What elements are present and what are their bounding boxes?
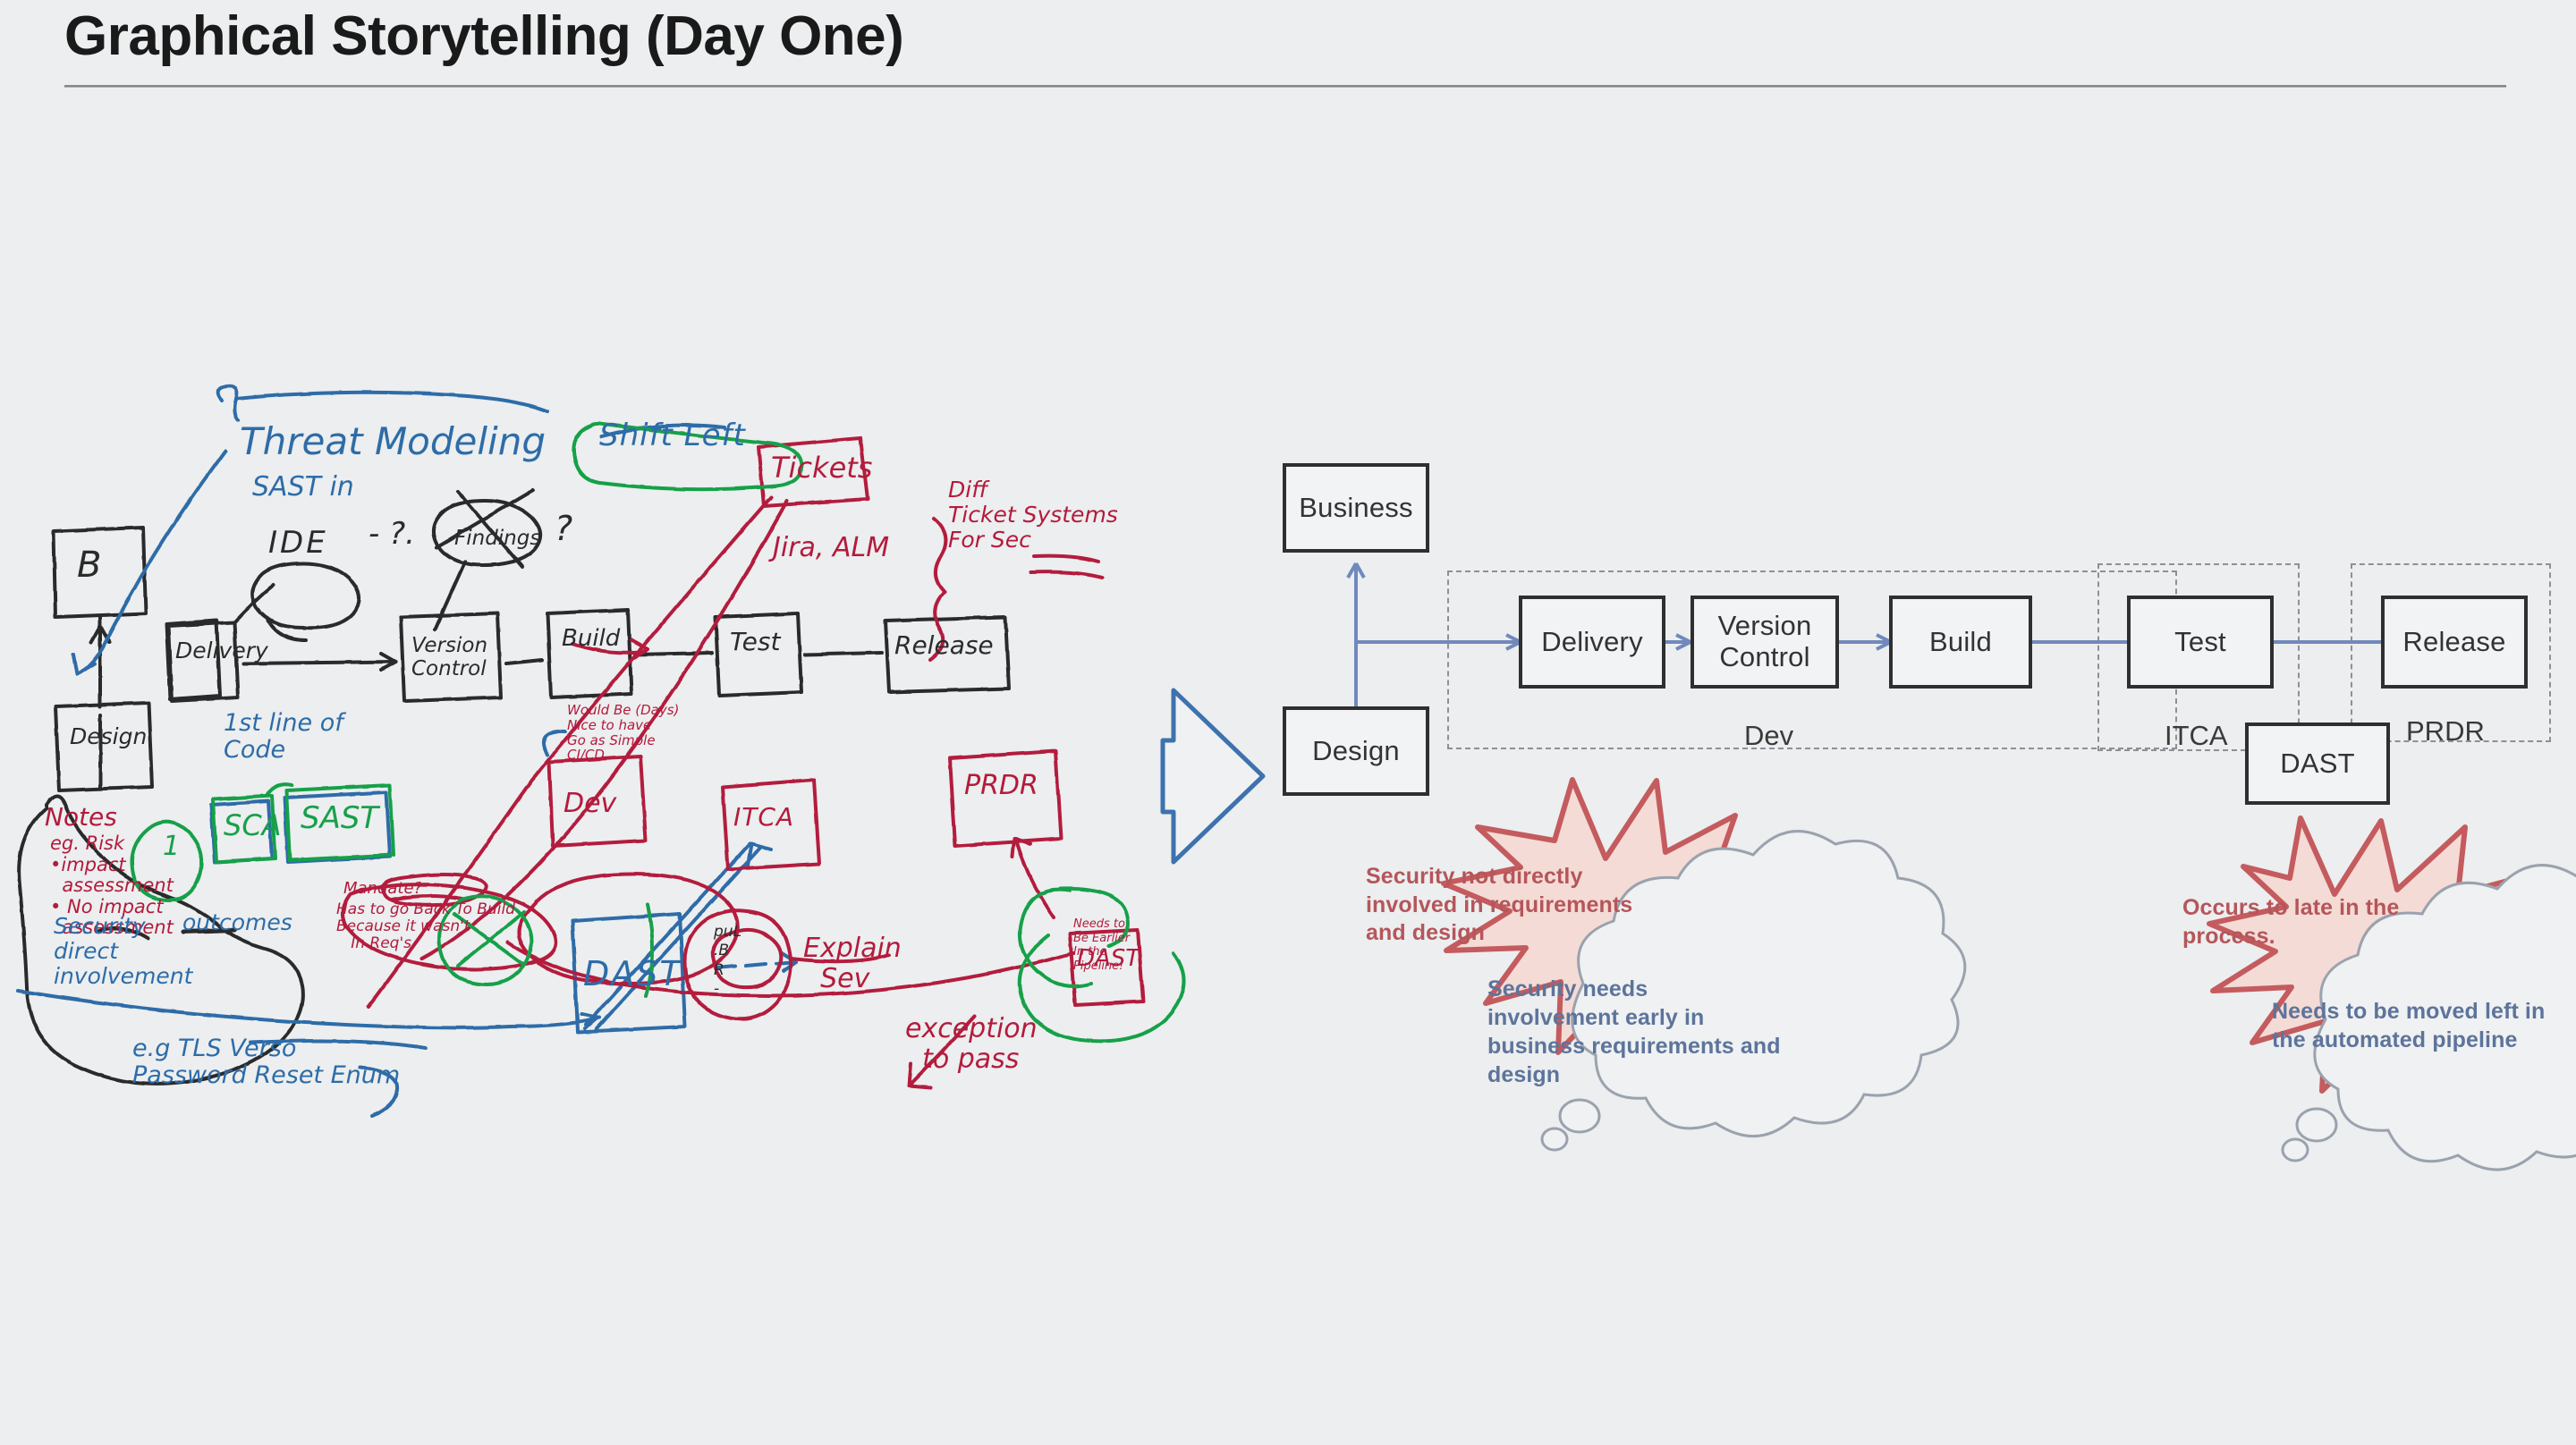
- hw-ide-question: - ?.: [369, 516, 415, 552]
- hw-shift-left: Shift Left: [599, 418, 746, 453]
- pipeline-box-release[interactable]: Release: [2381, 596, 2528, 689]
- hw-tickets: Tickets: [771, 451, 873, 485]
- starburst-right: [2207, 815, 2568, 1111]
- hw-pul-b-r: puL .B R -: [714, 923, 742, 998]
- hw-box-test: Test: [730, 627, 781, 656]
- hw-box-dast-main: DAST: [583, 954, 682, 993]
- hw-jira-alm: Jira, ALM: [773, 532, 890, 563]
- hw-box-design: Design: [70, 723, 148, 749]
- hw-box-version-control: Version Control: [411, 634, 488, 680]
- pipeline-box-release-label: Release: [2402, 625, 2506, 657]
- pipeline-box-test[interactable]: Test: [2127, 596, 2274, 689]
- hw-box-b: B: [77, 545, 102, 586]
- pipeline-box-build[interactable]: Build: [1889, 596, 2032, 689]
- pipeline-box-design-label: Design: [1312, 734, 1400, 766]
- slide-header: Graphical Storytelling (Day One): [64, 5, 2515, 89]
- pipeline-box-delivery[interactable]: Delivery: [1519, 596, 1665, 689]
- hw-ide: IDE: [268, 525, 328, 561]
- pipeline-box-design[interactable]: Design: [1283, 706, 1429, 796]
- pipeline-box-build-label: Build: [1929, 625, 1992, 657]
- hw-threat-modeling: Threat Modeling: [240, 419, 546, 463]
- hw-box-prdr: PRDR: [964, 770, 1038, 801]
- hw-dast-right-note: Needs to Be Earlier In the Pipeline!: [1073, 917, 1131, 973]
- page-title: Graphical Storytelling (Day One): [64, 5, 904, 67]
- pipeline-box-dast-label: DAST: [2280, 747, 2355, 779]
- hw-box-delivery: Delivery: [175, 638, 268, 663]
- hw-box-dev: Dev: [564, 788, 617, 819]
- hw-mandate-body: Has to go Back To Build Because it wasn'…: [336, 900, 515, 953]
- hw-exception-to-pass: exception to pass: [905, 1013, 1038, 1075]
- thought-cloud-left-text: Security needs involvement early in busi…: [1487, 976, 1781, 1087]
- group-label-itca: ITCA: [2165, 720, 2228, 751]
- hw-sast: SAST: [301, 800, 379, 836]
- hw-notes-marker-1: 1: [163, 831, 181, 862]
- hw-findings-question: ?: [555, 509, 573, 548]
- hw-security-direct-involvement: Security direct involvement: [54, 913, 193, 989]
- pipeline-box-dast[interactable]: DAST: [2245, 722, 2390, 805]
- hw-explain-sev: Explain Sev: [803, 933, 902, 994]
- starburst-right-text: Occurs to late in the process.: [2182, 895, 2400, 949]
- pipeline-box-business[interactable]: Business: [1283, 463, 1429, 553]
- pipeline-box-delivery-label: Delivery: [1541, 625, 1643, 657]
- hw-first-line-of-code: 1st line of Code: [224, 709, 343, 765]
- hw-box-build: Build: [562, 625, 621, 652]
- hw-tls-example: e.g TLS Verso Password Reset Enum: [132, 1035, 401, 1090]
- pipeline-box-version-control-label: Version Control: [1717, 610, 1812, 672]
- hw-sca: SCA: [224, 808, 282, 842]
- starburst-left-text: Security not directly involved in requir…: [1366, 864, 1633, 945]
- right-arrow-icon: [1160, 688, 1266, 865]
- slide-canvas: Graphical Storytelling (Day One) Threat …: [0, 0, 2576, 1445]
- pipeline-box-test-label: Test: [2174, 625, 2226, 657]
- hw-sast-in: SAST in: [252, 471, 354, 503]
- hw-outcomes: outcomes: [182, 909, 292, 935]
- hw-dev-note: Would Be (Days) Nice to have Go as Simpl…: [567, 702, 680, 764]
- title-divider: [64, 85, 2506, 89]
- pipeline-box-business-label: Business: [1299, 491, 1413, 523]
- hw-box-release: Release: [894, 630, 994, 660]
- hw-box-itca: ITCA: [733, 802, 795, 832]
- hw-mandate: Mandate?: [343, 879, 423, 898]
- group-label-prdr: PRDR: [2406, 715, 2485, 747]
- hw-diff-ticket-systems: Diff Ticket Systems For Sec: [948, 477, 1118, 553]
- hw-notes-heading: Notes: [45, 802, 117, 832]
- group-label-dev: Dev: [1744, 720, 1794, 751]
- hw-findings: Findings: [454, 527, 541, 550]
- pipeline-box-version-control[interactable]: Version Control: [1690, 596, 1839, 689]
- thought-cloud-right-text: Needs to be moved left in the automated …: [2272, 999, 2546, 1052]
